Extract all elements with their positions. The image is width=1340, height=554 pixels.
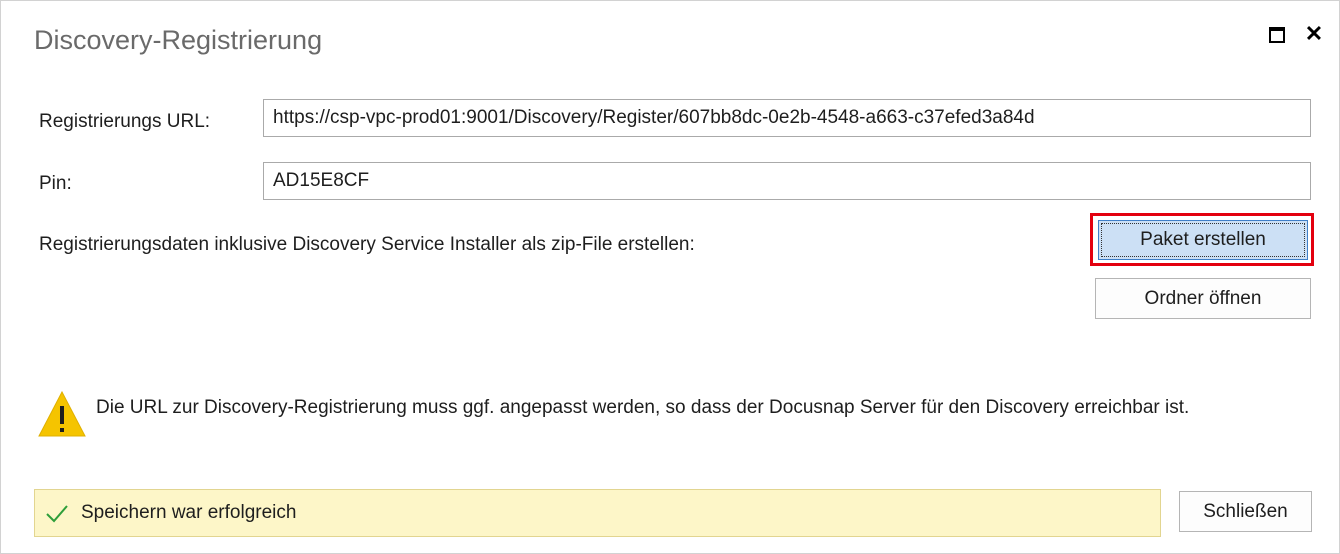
url-label: Registrierungs URL: — [39, 111, 211, 132]
dialog-window: Discovery-Registrierung ✕ Registrierungs… — [0, 0, 1340, 554]
maximize-icon — [1269, 27, 1285, 43]
warning-icon — [38, 390, 86, 437]
open-folder-button[interactable]: Ordner öffnen — [1095, 278, 1311, 319]
focus-rectangle — [1101, 223, 1305, 257]
pin-label: Pin: — [39, 173, 72, 194]
pin-field[interactable]: AD15E8CF — [263, 162, 1311, 200]
window-close-button[interactable]: ✕ — [1303, 23, 1325, 45]
warning-text: Die URL zur Discovery-Registrierung muss… — [96, 397, 1190, 418]
close-button[interactable]: Schließen — [1179, 491, 1312, 532]
package-label: Registrierungsdaten inklusive Discovery … — [39, 234, 695, 255]
dialog-title: Discovery-Registrierung — [34, 25, 323, 55]
close-icon: ✕ — [1304, 21, 1324, 46]
maximize-button[interactable] — [1267, 23, 1289, 45]
status-text: Speichern war erfolgreich — [81, 502, 297, 523]
url-field[interactable]: https://csp-vpc-prod01:9001/Discovery/Re… — [263, 99, 1311, 137]
status-bar: Speichern war erfolgreich — [34, 489, 1161, 537]
create-package-button[interactable]: Paket erstellen — [1098, 220, 1308, 260]
checkmark-icon — [46, 505, 68, 523]
